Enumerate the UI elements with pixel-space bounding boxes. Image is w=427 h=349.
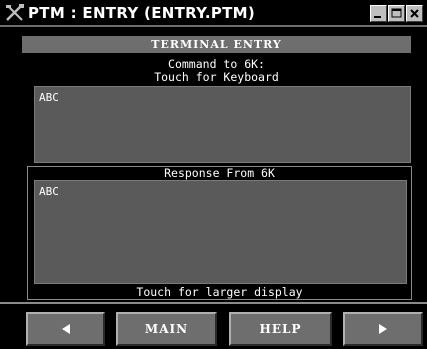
bottom-nav: MAIN HELP [0, 302, 427, 349]
crossed-tools-icon [5, 4, 25, 22]
response-display[interactable]: ABC [34, 180, 407, 284]
response-panel: Response From 6K ABC Touch for larger di… [27, 166, 412, 300]
terminal-entry-header: TERMINAL ENTRY [22, 36, 411, 53]
help-button[interactable]: HELP [229, 312, 332, 346]
main-button[interactable]: MAIN [116, 312, 217, 346]
keyboard-hint[interactable]: Touch for Keyboard [22, 71, 411, 84]
larger-display-link[interactable]: Touch for larger display [28, 286, 411, 299]
title-bar: PTM : ENTRY (ENTRY.PTM) [0, 0, 427, 27]
ptm-window: PTM : ENTRY (ENTRY.PTM) TERMINAL ENTRY C… [0, 0, 427, 349]
left-arrow-icon [61, 324, 70, 334]
minimize-icon [374, 16, 381, 18]
response-label: Response From 6K [164, 166, 275, 180]
close-button[interactable] [406, 5, 423, 22]
window-controls [370, 5, 423, 22]
maximize-button[interactable] [388, 5, 405, 22]
prev-button[interactable] [26, 312, 105, 346]
response-text: ABC [39, 185, 59, 198]
right-arrow-icon [379, 324, 387, 334]
minimize-button[interactable] [370, 5, 387, 22]
window-title: PTM : ENTRY (ENTRY.PTM) [28, 4, 256, 22]
next-button[interactable] [343, 312, 423, 346]
command-entry-field[interactable]: ABC [34, 86, 411, 163]
command-entry-text: ABC [39, 91, 59, 104]
maximize-icon [391, 8, 402, 18]
close-icon [410, 9, 419, 18]
